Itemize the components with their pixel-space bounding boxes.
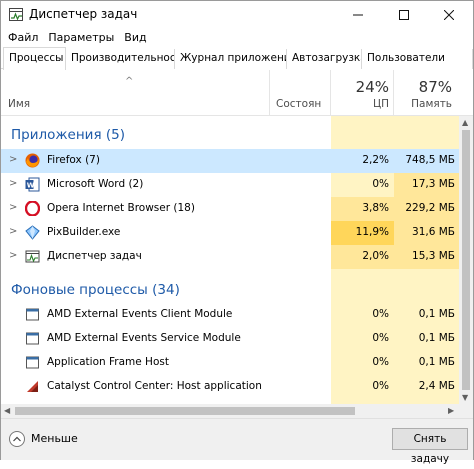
- process-cpu: 2,0%: [362, 250, 389, 262]
- chevron-up-circle-icon[interactable]: [9, 431, 25, 447]
- close-button[interactable]: [427, 1, 471, 29]
- task-manager-app-icon: [9, 8, 23, 21]
- process-name: Диспетчер задач: [47, 250, 142, 262]
- process-name: Opera Internet Browser (18): [47, 202, 195, 214]
- column-divider[interactable]: [269, 70, 270, 116]
- horizontal-scroll-thumb[interactable]: [15, 407, 355, 415]
- group-background-title: Фоновые процессы (34): [11, 282, 180, 298]
- maximize-button[interactable]: [382, 1, 426, 29]
- sort-ascending-icon: ^: [125, 76, 134, 87]
- process-cpu: 0%: [372, 308, 389, 320]
- process-row[interactable]: > Диспетчер задач 2,0% 15,3 МБ: [1, 245, 459, 269]
- end-task-button[interactable]: Снять задачу: [392, 428, 468, 465]
- scroll-left-arrow-icon[interactable]: ◀: [4, 406, 10, 415]
- fewer-details-link[interactable]: Меньше: [31, 432, 78, 445]
- chevron-right-icon[interactable]: >: [9, 202, 17, 213]
- process-cpu: 0%: [372, 356, 389, 368]
- process-memory: 0,1 МБ: [418, 332, 455, 344]
- column-header: ^ Имя Состоян 24% ЦП 87% Память: [1, 70, 473, 116]
- chevron-right-icon[interactable]: >: [9, 154, 17, 165]
- process-name: Firefox (7): [47, 154, 100, 166]
- footer-bar: Меньше Снять задачу: [1, 418, 473, 465]
- scroll-up-arrow-icon[interactable]: ▲: [462, 118, 468, 127]
- process-row[interactable]: > W Microsoft Word (2) 0% 17,3 МБ: [1, 173, 459, 197]
- service-icon: [25, 355, 40, 370]
- tab-performance[interactable]: Производительность: [66, 49, 175, 69]
- menu-view[interactable]: Вид: [119, 29, 151, 47]
- task-manager-icon: [25, 249, 40, 264]
- process-memory: 748,5 МБ: [405, 154, 455, 166]
- horizontal-scrollbar[interactable]: ◀ ▶: [1, 404, 473, 418]
- task-manager-window: Диспетчер задач Файл Параметры Вид Проце…: [0, 0, 474, 465]
- pixbuilder-icon: [25, 225, 40, 240]
- process-cpu: 11,9%: [355, 226, 389, 238]
- cpu-total-percent[interactable]: 24%: [331, 78, 389, 96]
- process-memory: 0,1 МБ: [418, 356, 455, 368]
- tab-app-history[interactable]: Журнал приложений: [175, 49, 287, 69]
- column-status[interactable]: Состоян: [276, 98, 321, 110]
- process-name: Microsoft Word (2): [47, 178, 144, 190]
- tab-strip: Процессы Производительность Журнал прило…: [1, 47, 473, 70]
- process-memory: 31,6 МБ: [412, 226, 455, 238]
- process-cpu: 0%: [372, 380, 389, 392]
- process-name: Catalyst Control Center: Host applicatio…: [47, 380, 262, 392]
- firefox-icon: [25, 153, 40, 168]
- process-cpu: 2,2%: [362, 154, 389, 166]
- column-name[interactable]: Имя: [8, 98, 30, 110]
- close-icon: [444, 10, 454, 20]
- column-cpu[interactable]: ЦП: [331, 98, 389, 110]
- tab-processes[interactable]: Процессы: [3, 47, 66, 70]
- process-cpu: 0%: [372, 332, 389, 344]
- column-memory[interactable]: Память: [394, 98, 452, 110]
- menu-file[interactable]: Файл: [1, 29, 43, 47]
- process-row[interactable]: > Opera Internet Browser (18) 3,8% 229,2…: [1, 197, 459, 221]
- svg-text:W: W: [27, 181, 35, 189]
- chevron-right-icon[interactable]: >: [9, 226, 17, 237]
- process-memory: 2,4 МБ: [418, 380, 455, 392]
- scroll-right-arrow-icon[interactable]: ▶: [448, 406, 454, 415]
- process-row[interactable]: > PixBuilder.exe 11,9% 31,6 МБ: [1, 221, 459, 245]
- chevron-right-icon[interactable]: >: [9, 250, 17, 261]
- service-icon: [25, 331, 40, 346]
- process-name: PixBuilder.exe: [47, 226, 121, 238]
- process-row[interactable]: > Firefox (7) 2,2% 748,5 МБ: [1, 149, 459, 173]
- maximize-icon: [399, 10, 409, 20]
- process-row[interactable]: Application Frame Host 0% 0,1 МБ: [1, 351, 459, 375]
- process-memory: 17,3 МБ: [412, 178, 455, 190]
- minimize-icon: [353, 14, 363, 16]
- title-bar[interactable]: Диспетчер задач: [1, 1, 473, 29]
- process-cpu: 3,8%: [362, 202, 389, 214]
- word-icon: W: [25, 177, 40, 192]
- process-cpu: 0%: [372, 178, 389, 190]
- process-row[interactable]: AMD External Events Service Module 0% 0,…: [1, 327, 459, 351]
- tab-startup[interactable]: Автозагрузка: [287, 49, 362, 69]
- window-title: Диспетчер задач: [29, 7, 138, 21]
- service-icon: [25, 307, 40, 322]
- menu-options[interactable]: Параметры: [43, 29, 119, 47]
- process-name: AMD External Events Client Module: [47, 308, 233, 320]
- process-memory: 229,2 МБ: [405, 202, 455, 214]
- catalyst-icon: [25, 379, 40, 394]
- tab-users[interactable]: Пользователи: [362, 49, 473, 69]
- vertical-scrollbar[interactable]: ▲ ▼: [459, 116, 473, 404]
- process-name: AMD External Events Service Module: [47, 332, 241, 344]
- opera-icon: [24, 200, 41, 217]
- group-apps-title: Приложения (5): [11, 127, 125, 143]
- process-memory: 0,1 МБ: [418, 308, 455, 320]
- menu-bar: Файл Параметры Вид: [1, 29, 152, 47]
- process-list: Приложения (5) > Firefox (7) 2,2% 748,5 …: [1, 116, 459, 404]
- chevron-right-icon[interactable]: >: [9, 178, 17, 189]
- process-name: Application Frame Host: [47, 356, 169, 368]
- process-memory: 15,3 МБ: [412, 250, 455, 262]
- minimize-button[interactable]: [336, 1, 380, 29]
- process-row[interactable]: Catalyst Control Center: Host applicatio…: [1, 375, 459, 399]
- vertical-scroll-thumb[interactable]: [462, 130, 470, 390]
- scroll-down-arrow-icon[interactable]: ▼: [462, 393, 468, 402]
- process-row[interactable]: AMD External Events Client Module 0% 0,1…: [1, 303, 459, 327]
- memory-total-percent[interactable]: 87%: [394, 78, 452, 96]
